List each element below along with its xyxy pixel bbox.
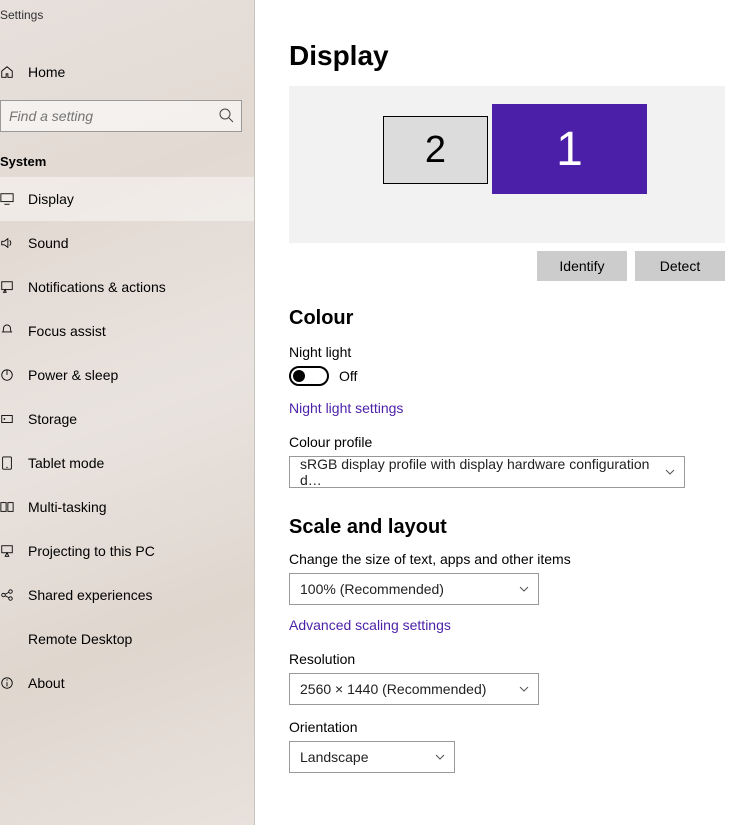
sound-icon — [0, 236, 14, 250]
sidebar-item-storage[interactable]: Storage — [0, 397, 254, 441]
sidebar: Settings Home System Display Sound Notif… — [0, 0, 255, 825]
chevron-down-icon — [664, 466, 676, 478]
sidebar-item-label: Remote Desktop — [28, 631, 132, 647]
home-label: Home — [28, 64, 65, 80]
sidebar-item-label: Display — [28, 191, 74, 207]
main-content: Display 2 1 Identify Detect Colour Night… — [255, 0, 747, 825]
monitor-buttons: Identify Detect — [289, 251, 725, 281]
colour-profile-label: Colour profile — [289, 434, 747, 450]
sidebar-item-shared[interactable]: Shared experiences — [0, 573, 254, 617]
storage-icon — [0, 412, 14, 426]
search-wrap — [0, 100, 242, 132]
window-title: Settings — [0, 4, 254, 32]
tablet-icon — [0, 456, 14, 470]
home-icon — [0, 65, 14, 79]
chevron-down-icon — [518, 583, 530, 595]
about-icon — [0, 676, 14, 690]
sidebar-item-label: About — [28, 675, 65, 691]
sidebar-item-display[interactable]: Display — [0, 177, 254, 221]
night-light-toggle[interactable] — [289, 366, 329, 386]
sidebar-item-about[interactable]: About — [0, 661, 254, 705]
night-light-row: Off — [289, 366, 747, 386]
sidebar-item-sound[interactable]: Sound — [0, 221, 254, 265]
sidebar-item-label: Storage — [28, 411, 77, 427]
orientation-value: Landscape — [300, 749, 369, 765]
sidebar-item-focus-assist[interactable]: Focus assist — [0, 309, 254, 353]
multitasking-icon — [0, 500, 14, 514]
text-size-label: Change the size of text, apps and other … — [289, 551, 747, 567]
power-icon — [0, 368, 14, 382]
section-scale: Scale and layout — [289, 516, 747, 539]
sidebar-item-power[interactable]: Power & sleep — [0, 353, 254, 397]
sidebar-item-label: Projecting to this PC — [28, 543, 155, 559]
colour-profile-value: sRGB display profile with display hardwa… — [300, 456, 654, 488]
monitor-2[interactable]: 2 — [383, 116, 488, 184]
projecting-icon — [0, 544, 14, 558]
colour-profile-select[interactable]: sRGB display profile with display hardwa… — [289, 456, 685, 488]
search-icon — [218, 107, 234, 123]
resolution-select[interactable]: 2560 × 1440 (Recommended) — [289, 673, 539, 705]
focus-assist-icon — [0, 324, 14, 338]
chevron-down-icon — [518, 683, 530, 695]
display-icon — [0, 192, 14, 206]
text-size-select[interactable]: 100% (Recommended) — [289, 573, 539, 605]
sidebar-item-label: Focus assist — [28, 323, 106, 339]
home-nav[interactable]: Home — [0, 56, 254, 88]
notifications-icon — [0, 280, 14, 294]
sidebar-item-label: Sound — [28, 235, 68, 251]
night-light-settings-link[interactable]: Night light settings — [289, 400, 403, 416]
resolution-value: 2560 × 1440 (Recommended) — [300, 681, 486, 697]
sidebar-item-multitasking[interactable]: Multi-tasking — [0, 485, 254, 529]
night-light-state: Off — [339, 368, 357, 384]
sidebar-item-label: Tablet mode — [28, 455, 104, 471]
sidebar-item-projecting[interactable]: Projecting to this PC — [0, 529, 254, 573]
search-input[interactable] — [0, 100, 242, 132]
sidebar-item-label: Multi-tasking — [28, 499, 107, 515]
detect-button[interactable]: Detect — [635, 251, 725, 281]
night-light-label: Night light — [289, 344, 747, 360]
category-header: System — [0, 144, 254, 177]
sidebar-item-remote[interactable]: Remote Desktop — [0, 617, 254, 661]
monitor-1[interactable]: 1 — [492, 104, 647, 194]
text-size-value: 100% (Recommended) — [300, 581, 444, 597]
sidebar-item-label: Notifications & actions — [28, 279, 166, 295]
identify-button[interactable]: Identify — [537, 251, 627, 281]
orientation-label: Orientation — [289, 719, 747, 735]
sidebar-item-label: Power & sleep — [28, 367, 118, 383]
nav-list: Display Sound Notifications & actions Fo… — [0, 177, 254, 705]
page-title: Display — [289, 40, 747, 72]
resolution-label: Resolution — [289, 651, 747, 667]
chevron-down-icon — [434, 751, 446, 763]
sidebar-item-label: Shared experiences — [28, 587, 153, 603]
orientation-select[interactable]: Landscape — [289, 741, 455, 773]
advanced-scaling-link[interactable]: Advanced scaling settings — [289, 617, 451, 633]
section-colour: Colour — [289, 307, 747, 330]
shared-icon — [0, 588, 14, 602]
monitor-arrangement[interactable]: 2 1 — [289, 86, 725, 243]
sidebar-item-tablet[interactable]: Tablet mode — [0, 441, 254, 485]
sidebar-item-notifications[interactable]: Notifications & actions — [0, 265, 254, 309]
